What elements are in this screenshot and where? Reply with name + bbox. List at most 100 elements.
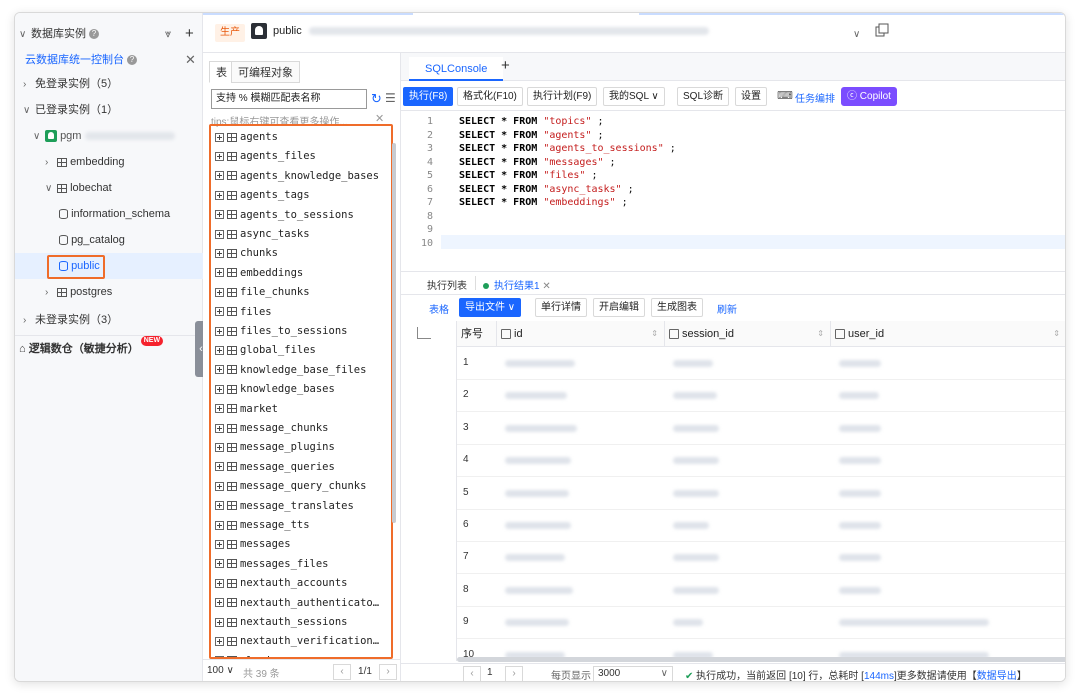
table-cell-redacted[interactable]	[673, 586, 719, 594]
table-list-item[interactable]: global_files	[215, 341, 385, 360]
table-list-item[interactable]: market	[215, 400, 385, 419]
tab-exec-list[interactable]: 执行列表	[427, 277, 467, 292]
db-embedding[interactable]: › embedding	[15, 149, 203, 175]
expand-icon[interactable]	[215, 578, 224, 588]
table-list-item[interactable]: nextauth_sessions	[215, 613, 385, 632]
table-list-item[interactable]: knowledge_bases	[215, 380, 385, 399]
expand-icon[interactable]	[215, 151, 224, 161]
table-cell-redacted[interactable]	[839, 392, 879, 400]
table-cell-redacted[interactable]	[673, 360, 713, 367]
expand-icon[interactable]	[215, 442, 224, 452]
sidebar-item-logic-warehouse[interactable]: ⌂ 逻辑数仓（敏捷分析）NEW	[15, 335, 203, 361]
table-list-item[interactable]: knowledge_base_files	[215, 361, 385, 380]
new-window-icon[interactable]	[875, 23, 889, 37]
table-list-item[interactable]: message_translates	[215, 497, 385, 516]
expand-icon[interactable]	[215, 501, 224, 511]
expand-icon[interactable]	[215, 404, 224, 414]
table-list-item[interactable]: message_plugins	[215, 438, 385, 457]
table-cell-redacted[interactable]	[839, 522, 881, 529]
task-orchestration-link[interactable]: 任务编排	[795, 90, 835, 105]
table-list-item[interactable]: agents_tags	[215, 186, 385, 205]
schema-pg-catalog[interactable]: pg_catalog	[15, 227, 203, 253]
per-page-select[interactable]: 3000 ∨	[593, 666, 673, 681]
expand-icon[interactable]	[215, 210, 224, 220]
expand-icon[interactable]	[215, 229, 224, 239]
table-cell-redacted[interactable]	[673, 392, 717, 400]
execute-button[interactable]: 执行(F8)	[403, 87, 454, 106]
console-link-row[interactable]: 云数据库统一控制台? ✕	[15, 47, 203, 73]
sidebar-item-logged-in[interactable]: ∨ 已登录实例（1）	[15, 97, 203, 123]
table-cell-redacted[interactable]	[839, 457, 881, 465]
table-cell-redacted[interactable]	[839, 489, 881, 497]
expand-icon[interactable]	[215, 132, 224, 142]
expand-icon[interactable]	[215, 171, 224, 181]
table-cell-redacted[interactable]	[839, 619, 989, 627]
prev-page-button[interactable]: ‹	[333, 664, 351, 680]
schema-public[interactable]: public	[15, 253, 203, 279]
next-page-button[interactable]: ›	[505, 666, 523, 681]
expand-icon[interactable]	[215, 539, 224, 549]
table-cell-redacted[interactable]	[673, 424, 719, 432]
table-list-item[interactable]: message_queries	[215, 458, 385, 477]
expand-icon[interactable]	[215, 307, 224, 317]
schema-information[interactable]: information_schema	[15, 201, 203, 227]
expand-icon[interactable]	[215, 365, 224, 375]
column-header-user-id[interactable]: user_id ⇕	[831, 321, 1065, 347]
db-postgres[interactable]: › postgres	[15, 279, 203, 305]
sort-icon[interactable]: ⇕	[817, 321, 824, 347]
explain-button[interactable]: 执行计划(F9)	[527, 87, 598, 106]
expand-icon[interactable]	[215, 384, 224, 394]
table-cell-redacted[interactable]	[505, 522, 571, 529]
table-list-item[interactable]: message_query_chunks	[215, 477, 385, 496]
close-icon[interactable]: ✕	[542, 281, 550, 292]
table-filter-input[interactable]: 支持 % 模糊匹配表名称	[211, 89, 367, 109]
chevron-down-icon[interactable]: ∨	[19, 22, 31, 48]
expand-icon[interactable]	[215, 462, 224, 472]
keyboard-icon[interactable]: ⌨	[777, 89, 793, 102]
tab-result-1[interactable]: 执行结果1 ✕	[483, 277, 551, 292]
generate-chart-button[interactable]: 生成图表	[651, 298, 703, 317]
export-button[interactable]: 导出文件 ∨	[459, 298, 522, 317]
expand-icon[interactable]	[215, 190, 224, 200]
expand-icon[interactable]	[215, 636, 224, 646]
table-list-item[interactable]: messages	[215, 535, 385, 554]
expand-icon[interactable]	[215, 326, 224, 336]
expand-icon[interactable]	[215, 248, 224, 258]
connection-name[interactable]: public	[273, 25, 709, 37]
table-list-item[interactable]: files_to_sessions	[215, 322, 385, 341]
enable-edit-button[interactable]: 开启编辑	[593, 298, 645, 317]
table-list-item[interactable]: embeddings	[215, 264, 385, 283]
column-header-session-id[interactable]: session_id ⇕	[665, 321, 831, 347]
horizontal-scrollbar[interactable]	[457, 657, 1065, 662]
refresh-icon[interactable]: ↻	[371, 91, 382, 107]
sidebar-item-not-logged[interactable]: › 未登录实例（3）	[15, 307, 203, 333]
table-list-item[interactable]: messages_files	[215, 555, 385, 574]
table-list-item[interactable]: async_tasks	[215, 225, 385, 244]
chevron-down-icon[interactable]: ∨	[853, 29, 860, 40]
table-cell-redacted[interactable]	[673, 489, 719, 497]
prev-page-button[interactable]: ‹	[463, 666, 481, 681]
table-cell-redacted[interactable]	[505, 360, 575, 367]
refresh-link[interactable]: 刷新	[717, 301, 737, 316]
help-icon[interactable]: ?	[127, 55, 137, 66]
table-list-item[interactable]: agents_knowledge_bases	[215, 167, 385, 186]
format-button[interactable]: 格式化(F10)	[457, 87, 523, 106]
table-cell-redacted[interactable]	[673, 554, 719, 562]
table-list-item[interactable]: files	[215, 303, 385, 322]
expand-icon[interactable]	[215, 559, 224, 569]
scrollbar[interactable]	[392, 143, 396, 523]
table-cell-redacted[interactable]	[505, 586, 573, 594]
expand-icon[interactable]	[215, 617, 224, 627]
expand-icon[interactable]	[215, 598, 224, 608]
table-cell-redacted[interactable]	[839, 554, 881, 562]
data-export-link[interactable]: 数据导出	[977, 671, 1017, 681]
sort-icon[interactable]: ⇕	[1053, 321, 1060, 347]
sidebar-item-free-login[interactable]: › 免登录实例（5）	[15, 71, 203, 97]
table-list-item[interactable]: agents_files	[215, 147, 385, 166]
table-cell-redacted[interactable]	[839, 424, 881, 432]
table-cell-redacted[interactable]	[505, 392, 567, 400]
table-list-item[interactable]: nextauth_authenticators	[215, 594, 385, 613]
add-instance-icon[interactable]: +	[185, 21, 194, 47]
tab-sqlconsole[interactable]: SQLConsole	[409, 57, 504, 81]
table-list-item[interactable]: file_chunks	[215, 283, 385, 302]
